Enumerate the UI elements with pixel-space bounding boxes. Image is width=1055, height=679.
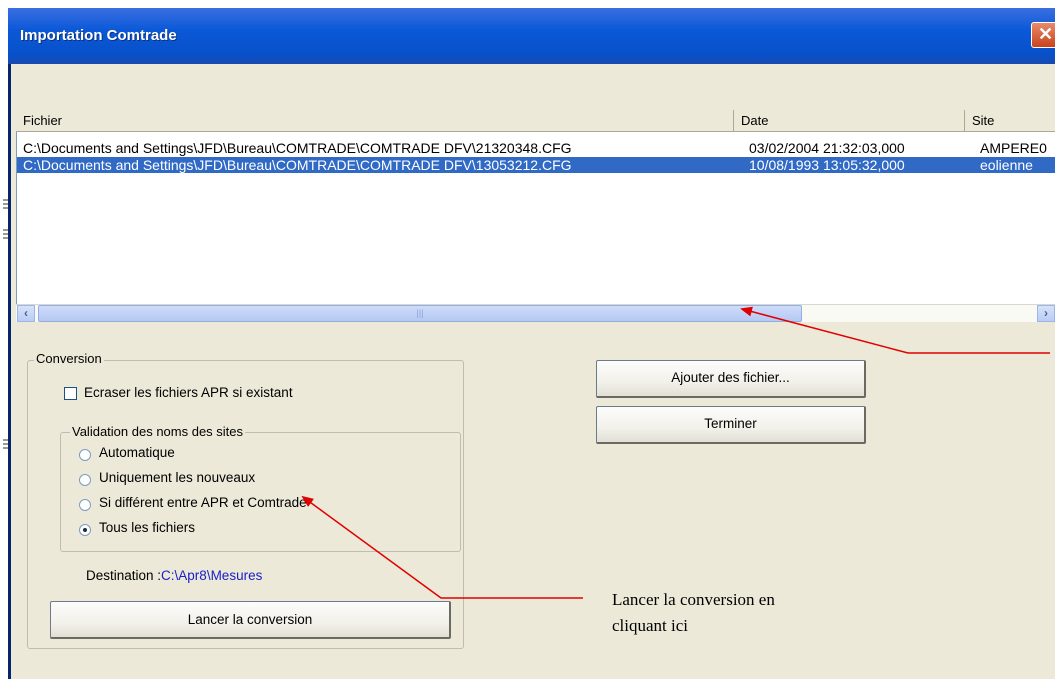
annotation-text: Lancer la conversion en cliquant ici	[612, 587, 775, 639]
annotation-line-1: Lancer la conversion en	[612, 590, 775, 609]
annotation-line-2: cliquant ici	[612, 616, 689, 635]
arrow-to-scrollbar	[740, 306, 1050, 354]
annotation-arrows	[301, 306, 1050, 599]
arrow-to-conversion	[301, 495, 583, 599]
